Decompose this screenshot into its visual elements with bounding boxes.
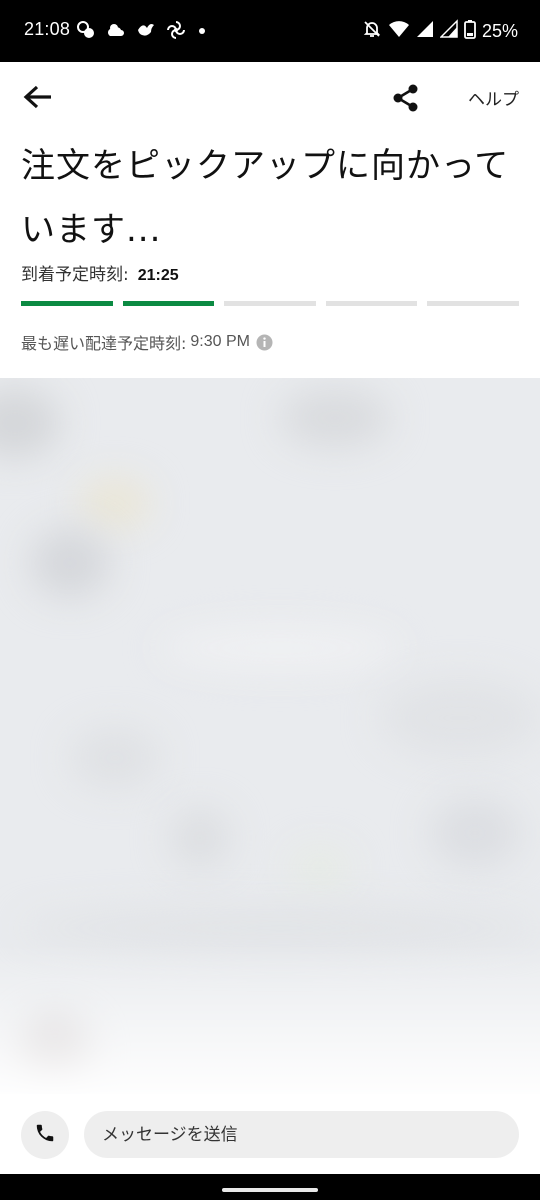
- call-button[interactable]: [21, 1111, 69, 1159]
- chat-bubbles-icon: [76, 20, 96, 40]
- map-blur-shape: [430, 798, 520, 868]
- order-status-header: ヘルプ 注文をピックアップに向かっています... 到着予定時刻: 21:25 最…: [0, 62, 540, 378]
- battery-icon: [464, 19, 476, 43]
- share-icon: [393, 84, 419, 116]
- eta-label: 到着予定時刻:: [21, 265, 129, 285]
- status-bar: 21:08 25%: [0, 0, 540, 62]
- help-link[interactable]: ヘルプ: [468, 85, 519, 110]
- progress-segment: [122, 301, 215, 306]
- map-blur-shape: [280, 388, 390, 448]
- latest-delivery-row: 最も遅い配達予定時刻: 9:30 PM: [21, 330, 273, 354]
- signal-icon: [439, 19, 458, 43]
- wifi-icon: [388, 19, 410, 43]
- map-blur-shape: [380, 678, 540, 758]
- notification-icons: [76, 20, 208, 40]
- phone-icon: [34, 1122, 56, 1148]
- progress-segment: [427, 301, 519, 306]
- map-blur-shape: [70, 728, 160, 788]
- map-blur-shape: [20, 908, 540, 948]
- bell-off-icon: [362, 19, 382, 43]
- map-fade-overlay: [0, 944, 540, 1094]
- message-input[interactable]: [84, 1111, 519, 1158]
- latest-delivery-value: 9:30 PM: [190, 333, 250, 350]
- back-button[interactable]: [18, 82, 58, 116]
- progress-segment: [224, 301, 316, 306]
- map-blur-shape: [160, 628, 400, 668]
- dot-icon: [196, 20, 208, 40]
- eta-row: 到着予定時刻: 21:25: [21, 260, 179, 285]
- map-blur-shape: [170, 808, 230, 868]
- share-button[interactable]: [388, 82, 424, 118]
- status-time: 21:08: [24, 19, 71, 39]
- map-blur-shape: [290, 848, 350, 888]
- delivery-progress-bar: [21, 301, 519, 306]
- eta-value: 21:25: [137, 267, 179, 284]
- contact-bar: [0, 1094, 540, 1174]
- pinwheel-icon: [166, 20, 186, 40]
- progress-segment: [325, 301, 418, 306]
- navigation-bar: [0, 1174, 540, 1200]
- info-icon[interactable]: [256, 334, 273, 351]
- arrow-left-icon: [23, 84, 53, 114]
- battery-percentage: 25%: [481, 20, 518, 41]
- system-icons: 25%: [362, 19, 518, 43]
- progress-segment: [21, 301, 113, 306]
- map-blur-shape: [80, 478, 150, 528]
- map-blur-shape: [0, 388, 60, 458]
- page-title: 注文をピックアップに向かっています...: [21, 146, 510, 250]
- home-gesture-handle[interactable]: [222, 1188, 318, 1192]
- latest-delivery-label: 最も遅い配達予定時刻:: [21, 334, 187, 353]
- map-blur-shape: [30, 528, 110, 598]
- signal-icon: [416, 19, 434, 43]
- map-view[interactable]: [0, 378, 540, 1094]
- weather-icon: [106, 20, 126, 40]
- bird-icon: [136, 20, 156, 40]
